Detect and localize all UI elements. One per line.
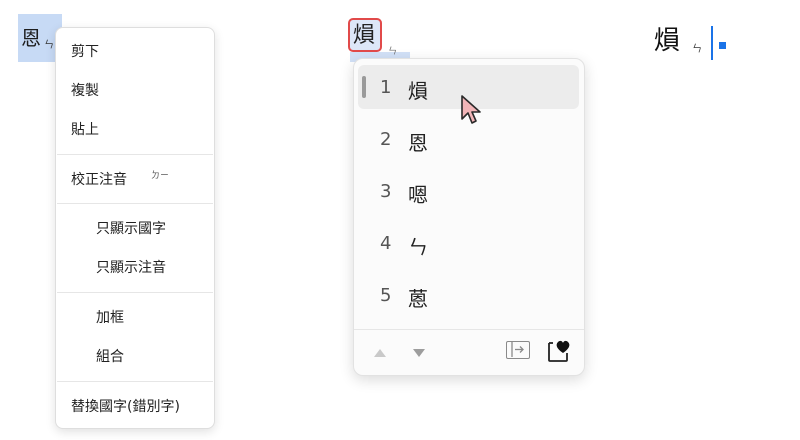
menu-item-correct-zhuyin[interactable]: 校正注音 ㄉㄧ [71, 170, 169, 190]
candidate-number: 3 [380, 181, 392, 202]
candidate-selected-indicator [362, 76, 366, 98]
candidate-number: 1 [380, 77, 392, 98]
menu-separator [57, 203, 213, 204]
candidate-char: 嗯 [408, 183, 428, 207]
candidate-char: 熉 [408, 79, 428, 103]
candidate-char: 蒽 [408, 287, 428, 311]
menu-item-cut[interactable]: 剪下 [71, 42, 99, 62]
menu-item-show-hanzi-only[interactable]: 只顯示國字 [96, 219, 166, 239]
menu-item-replace-hanzi[interactable]: 替換國字(錯別字) [71, 397, 180, 417]
result-zhuyin: ㄣ [692, 44, 702, 55]
candidate-number: 5 [380, 285, 392, 306]
menu-separator [57, 381, 213, 382]
expand-panel-icon[interactable] [506, 341, 530, 359]
candidate-char: ㄣ [408, 235, 428, 259]
composition-char-box[interactable]: 熉 [348, 18, 382, 52]
result-char: 熉 [654, 26, 681, 56]
menu-separator [57, 292, 213, 293]
composition-zhuyin: ㄣ [388, 47, 398, 57]
candidate-number: 4 [380, 233, 392, 254]
selected-char: 恩 [21, 26, 41, 50]
menu-item-add-frame[interactable]: 加框 [96, 308, 124, 328]
menu-item-label: 校正注音 [71, 172, 127, 188]
menu-item-paste[interactable]: 貼上 [71, 120, 99, 140]
context-menu: 剪下 複製 貼上 校正注音 ㄉㄧ 只顯示國字 只顯示注音 加框 組合 替換國字(… [55, 27, 215, 429]
text-caret [711, 26, 713, 60]
candidate-footer-separator [354, 329, 584, 330]
page-up-icon[interactable] [374, 349, 386, 357]
candidate-number: 2 [380, 129, 392, 150]
menu-item-combine[interactable]: 組合 [96, 347, 124, 367]
candidate-row-5[interactable]: 5 蒽 [358, 273, 579, 317]
composition-char: 熉 [353, 23, 376, 48]
favorite-heart-icon[interactable] [546, 339, 572, 363]
menu-separator [57, 154, 213, 155]
caret-marker [719, 42, 726, 49]
candidate-row-3[interactable]: 3 嗯 [358, 169, 579, 213]
menu-item-show-zhuyin-only[interactable]: 只顯示注音 [96, 258, 166, 278]
menu-item-hint: ㄉㄧ [151, 171, 170, 181]
candidate-row-4[interactable]: 4 ㄣ [358, 221, 579, 265]
candidate-char: 恩 [408, 131, 428, 155]
page-down-icon[interactable] [413, 349, 425, 357]
mouse-cursor-icon [461, 95, 481, 124]
menu-item-copy[interactable]: 複製 [71, 81, 99, 101]
selected-zhuyin: ㄣ [44, 40, 54, 51]
